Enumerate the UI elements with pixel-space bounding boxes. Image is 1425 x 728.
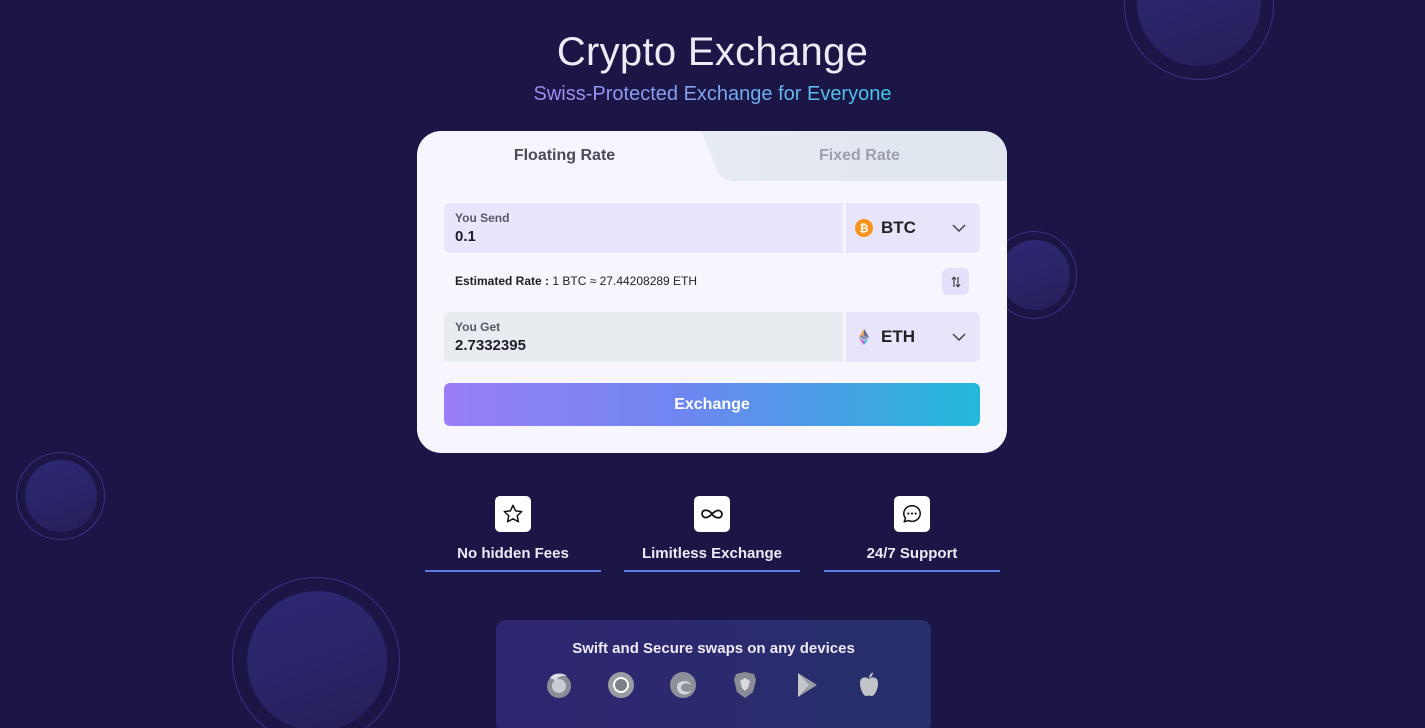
bitcoin-icon: ₿ <box>855 219 873 237</box>
infinity-icon <box>701 509 723 519</box>
rate-tabs: Floating Rate Fixed Rate <box>417 131 1007 181</box>
feature-support: 24/7 Support <box>824 496 1000 572</box>
exchange-card: Floating Rate Fixed Rate You Send 0.1 ₿ … <box>417 131 1007 453</box>
ethereum-icon <box>859 329 869 345</box>
decor-circle <box>1000 240 1070 310</box>
feature-icon-box <box>894 496 930 532</box>
estimated-rate: Estimated Rate : 1 BTC ≈ 27.44208289 ETH <box>455 274 697 288</box>
get-amount-value: 2.7332395 <box>455 337 526 354</box>
send-amount-value: 0.1 <box>455 228 476 245</box>
feature-icon-box <box>694 496 730 532</box>
svg-text:₿: ₿ <box>860 222 869 235</box>
exchange-button[interactable]: Exchange <box>444 383 980 426</box>
feature-underline <box>824 570 1000 572</box>
feature-icon-box <box>495 496 531 532</box>
chevron-down-icon <box>952 333 966 341</box>
device-icons <box>496 670 931 700</box>
swap-arrows-icon <box>951 276 960 287</box>
get-coin-select[interactable]: ETH <box>846 312 980 362</box>
brave-icon[interactable] <box>730 670 760 700</box>
send-field: You Send 0.1 ₿ BTC <box>444 203 980 253</box>
feature-no-hidden-fees: No hidden Fees <box>425 496 601 572</box>
estimated-rate-label: Estimated Rate : <box>455 274 550 288</box>
feature-label: 24/7 Support <box>866 545 958 562</box>
feature-underline <box>624 570 800 572</box>
tab-fixed-rate[interactable]: Fixed Rate <box>712 131 1007 181</box>
page-header: Crypto Exchange Swiss-Protected Exchange… <box>0 30 1425 106</box>
feature-label: No hidden Fees <box>457 545 569 562</box>
page-subtitle: Swiss-Protected Exchange for Everyone <box>533 83 892 105</box>
star-icon <box>503 504 523 523</box>
feature-limitless-exchange: Limitless Exchange <box>624 496 800 572</box>
devices-text: Swift and Secure swaps on any devices <box>572 640 855 657</box>
page-title: Crypto Exchange <box>556 30 869 74</box>
get-label: You Get <box>455 320 501 334</box>
send-amount-input[interactable]: You Send 0.1 <box>444 203 843 253</box>
chat-icon <box>903 505 921 523</box>
tab-floating-rate[interactable]: Floating Rate <box>417 131 712 181</box>
get-coin-name: ETH <box>881 327 915 346</box>
feature-underline <box>425 570 601 572</box>
send-coin-name: BTC <box>881 218 916 237</box>
decor-circle <box>247 591 387 728</box>
send-label: You Send <box>455 211 510 225</box>
google-play-icon[interactable] <box>792 670 822 700</box>
devices-banner: Swift and Secure swaps on any devices <box>496 620 931 728</box>
decor-circle <box>25 460 97 532</box>
get-amount-input[interactable]: You Get 2.7332395 <box>444 312 843 362</box>
feature-label: Limitless Exchange <box>641 545 783 562</box>
chevron-down-icon <box>952 224 966 232</box>
edge-icon[interactable] <box>668 670 698 700</box>
apple-icon[interactable] <box>854 670 884 700</box>
get-field: You Get 2.7332395 ETH <box>444 312 980 362</box>
firefox-icon[interactable] <box>544 670 574 700</box>
chrome-icon[interactable] <box>606 670 636 700</box>
estimated-rate-value: 1 BTC ≈ 27.44208289 ETH <box>552 274 698 288</box>
swap-direction-button[interactable] <box>942 268 969 295</box>
send-coin-select[interactable]: ₿ BTC <box>846 203 980 253</box>
